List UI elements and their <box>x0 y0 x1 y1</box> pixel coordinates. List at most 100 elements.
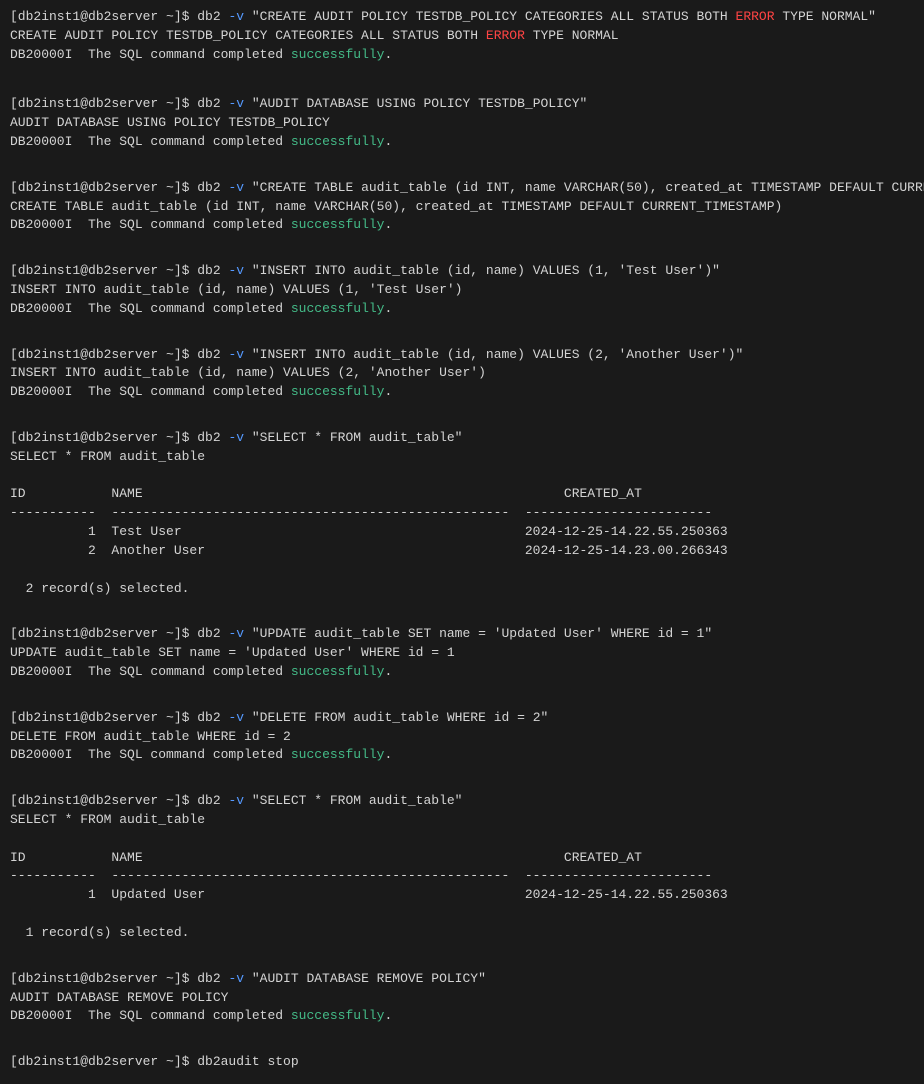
success-text-4: successfully <box>291 301 385 316</box>
success-text-2: successfully <box>291 134 385 149</box>
success-text-3: successfully <box>291 217 385 232</box>
output-10a: AUDIT DATABASE REMOVE POLICY <box>10 989 914 1008</box>
prompt-3: [db2inst1@db2server ~]$ db2 <box>10 180 228 195</box>
table-row-1-1: 1 Test User 2024-12-25-14.22.55.250363 <box>10 523 914 542</box>
output-6a: SELECT * FROM audit_table <box>10 448 914 467</box>
cmd-7: "UPDATE audit_table SET name = 'Updated … <box>244 626 712 641</box>
success-text-7: successfully <box>291 664 385 679</box>
cmd-5: "INSERT INTO audit_table (id, name) VALU… <box>244 347 743 362</box>
command-block-11: [db2inst1@db2server ~]$ db2audit stop <box>10 1053 914 1072</box>
output-8a: DELETE FROM audit_table WHERE id = 2 <box>10 728 914 747</box>
output-2a: AUDIT DATABASE USING POLICY TESTDB_POLIC… <box>10 114 914 133</box>
spacer-1 <box>10 73 914 92</box>
table-header-1: ID NAME CREATED_AT <box>10 485 914 504</box>
cmd-4: "INSERT INTO audit_table (id, name) VALU… <box>244 263 720 278</box>
cmd-3: "CREATE TABLE audit_table (id INT, name … <box>244 180 924 195</box>
success-text-1: successfully <box>291 47 385 62</box>
command-text: "CREATE AUDIT POLICY TESTDB_POLICY CATEG… <box>244 9 735 24</box>
command-block-10: [db2inst1@db2server ~]$ db2 -v "AUDIT DA… <box>10 970 914 1027</box>
prompt-5: [db2inst1@db2server ~]$ db2 <box>10 347 228 362</box>
spacer-3 <box>10 243 914 262</box>
flag-v-7: -v <box>228 626 244 641</box>
flag-v-3: -v <box>228 180 244 195</box>
output-5a: INSERT INTO audit_table (id, name) VALUE… <box>10 364 914 383</box>
terminal-window: [db2inst1@db2server ~]$ db2 -v "CREATE A… <box>10 8 914 1072</box>
prompt-2: [db2inst1@db2server ~]$ db2 <box>10 96 228 111</box>
prompt-line-5: [db2inst1@db2server ~]$ db2 -v "INSERT I… <box>10 346 914 365</box>
command-block-3: [db2inst1@db2server ~]$ db2 -v "CREATE T… <box>10 179 914 236</box>
table-sep-2: ----------- ----------------------------… <box>10 867 914 886</box>
output-9a: SELECT * FROM audit_table <box>10 811 914 830</box>
prompt-11: [db2inst1@db2server ~]$ db2audit stop <box>10 1054 299 1069</box>
prompt-line-11: [db2inst1@db2server ~]$ db2audit stop <box>10 1053 914 1072</box>
output-7b: DB20000I The SQL command completed succe… <box>10 663 914 682</box>
output-5b: DB20000I The SQL command completed succe… <box>10 383 914 402</box>
prompt-line-8: [db2inst1@db2server ~]$ db2 -v "DELETE F… <box>10 709 914 728</box>
command-text-2: TYPE NORMAL" <box>775 9 876 24</box>
output-3a: CREATE TABLE audit_table (id INT, name V… <box>10 198 914 217</box>
table-sep-1: ----------- ----------------------------… <box>10 504 914 523</box>
table-row-1-2: 2 Another User 2024-12-25-14.23.00.26634… <box>10 542 914 561</box>
flag-v-6: -v <box>228 430 244 445</box>
spacer-10 <box>10 1034 914 1053</box>
prompt-4: [db2inst1@db2server ~]$ db2 <box>10 263 228 278</box>
flag-v-2: -v <box>228 96 244 111</box>
spacer-9 <box>10 951 914 970</box>
spacer-6 <box>10 606 914 625</box>
command-block-6: [db2inst1@db2server ~]$ db2 -v "SELECT *… <box>10 429 914 599</box>
records-selected-1: 2 record(s) selected. <box>10 580 914 599</box>
output-4b: DB20000I The SQL command completed succe… <box>10 300 914 319</box>
cmd-6: "SELECT * FROM audit_table" <box>244 430 462 445</box>
cmd-10: "AUDIT DATABASE REMOVE POLICY" <box>244 971 486 986</box>
cmd-2: "AUDIT DATABASE USING POLICY TESTDB_POLI… <box>244 96 587 111</box>
command-block-4: [db2inst1@db2server ~]$ db2 -v "INSERT I… <box>10 262 914 319</box>
spacer-4 <box>10 327 914 346</box>
output-8b: DB20000I The SQL command completed succe… <box>10 746 914 765</box>
prompt-line-3: [db2inst1@db2server ~]$ db2 -v "CREATE T… <box>10 179 914 198</box>
flag-v-4: -v <box>228 263 244 278</box>
output-line-1a: CREATE AUDIT POLICY TESTDB_POLICY CATEGO… <box>10 27 914 46</box>
output-6b <box>10 467 914 486</box>
cmd-8: "DELETE FROM audit_table WHERE id = 2" <box>244 710 548 725</box>
success-text-8: successfully <box>291 747 385 762</box>
flag-v-5: -v <box>228 347 244 362</box>
prompt-line-4: [db2inst1@db2server ~]$ db2 -v "INSERT I… <box>10 262 914 281</box>
cmd-9: "SELECT * FROM audit_table" <box>244 793 462 808</box>
output-4a: INSERT INTO audit_table (id, name) VALUE… <box>10 281 914 300</box>
command-block-8: [db2inst1@db2server ~]$ db2 -v "DELETE F… <box>10 709 914 766</box>
spacer-5 <box>10 410 914 429</box>
table-row-2-1: 1 Updated User 2024-12-25-14.22.55.25036… <box>10 886 914 905</box>
command-block-9: [db2inst1@db2server ~]$ db2 -v "SELECT *… <box>10 792 914 943</box>
output-3b: DB20000I The SQL command completed succe… <box>10 216 914 235</box>
flag-v: -v <box>228 9 244 24</box>
command-block-2: [db2inst1@db2server ~]$ db2 -v "AUDIT DA… <box>10 95 914 152</box>
prompt-line-6: [db2inst1@db2server ~]$ db2 -v "SELECT *… <box>10 429 914 448</box>
flag-v-9: -v <box>228 793 244 808</box>
error-keyword-output: ERROR <box>486 28 525 43</box>
spacer-2 <box>10 160 914 179</box>
success-text-5: successfully <box>291 384 385 399</box>
prompt-10: [db2inst1@db2server ~]$ db2 <box>10 971 228 986</box>
prompt-line-2: [db2inst1@db2server ~]$ db2 -v "AUDIT DA… <box>10 95 914 114</box>
output-7a: UPDATE audit_table SET name = 'Updated U… <box>10 644 914 663</box>
prompt-text: [db2inst1@db2server ~]$ db2 <box>10 9 228 24</box>
prompt-6: [db2inst1@db2server ~]$ db2 <box>10 430 228 445</box>
success-text-10: successfully <box>291 1008 385 1023</box>
output-line-1b: DB20000I The SQL command completed succe… <box>10 46 914 65</box>
command-block-5: [db2inst1@db2server ~]$ db2 -v "INSERT I… <box>10 346 914 403</box>
records-selected-2: 1 record(s) selected. <box>10 924 914 943</box>
prompt-line-7: [db2inst1@db2server ~]$ db2 -v "UPDATE a… <box>10 625 914 644</box>
prompt-7: [db2inst1@db2server ~]$ db2 <box>10 626 228 641</box>
command-block-1: [db2inst1@db2server ~]$ db2 -v "CREATE A… <box>10 8 914 65</box>
table-header-2: ID NAME CREATED_AT <box>10 849 914 868</box>
spacer-7 <box>10 690 914 709</box>
error-keyword: ERROR <box>736 9 775 24</box>
prompt-line-10: [db2inst1@db2server ~]$ db2 -v "AUDIT DA… <box>10 970 914 989</box>
output-2b: DB20000I The SQL command completed succe… <box>10 133 914 152</box>
flag-v-8: -v <box>228 710 244 725</box>
flag-v-10: -v <box>228 971 244 986</box>
table-summary-1 <box>10 561 914 580</box>
table-summary-2 <box>10 905 914 924</box>
spacer-8 <box>10 773 914 792</box>
prompt-9: [db2inst1@db2server ~]$ db2 <box>10 793 228 808</box>
